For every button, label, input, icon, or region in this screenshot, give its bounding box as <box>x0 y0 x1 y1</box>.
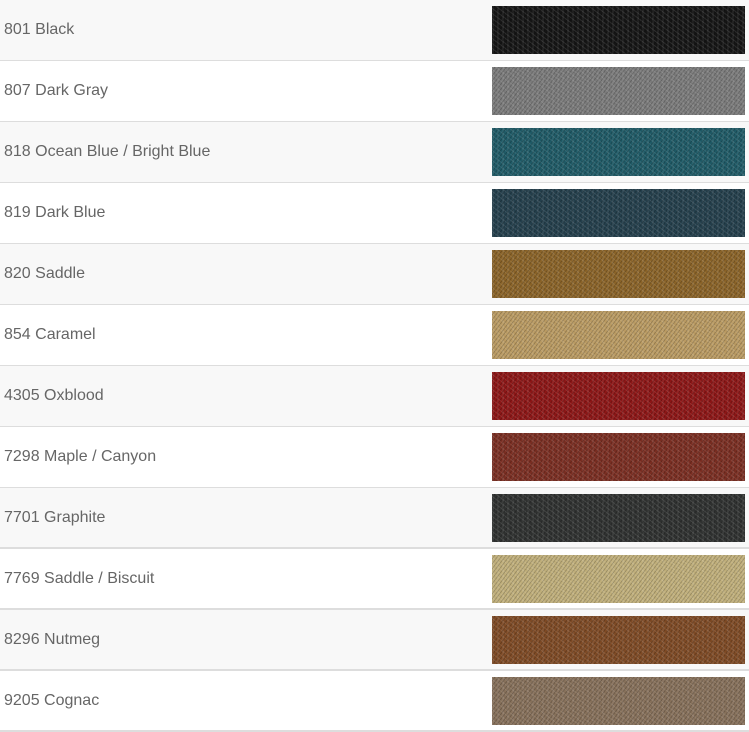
color-swatch-image <box>492 494 745 542</box>
color-swatch-image <box>492 616 745 664</box>
color-swatch-image <box>492 311 745 359</box>
color-row: 8296 Nutmeg <box>0 610 749 671</box>
color-label: 854 Caramel <box>4 326 96 343</box>
color-row: 819 Dark Blue <box>0 183 749 244</box>
color-swatch-image <box>492 372 745 420</box>
color-label: 8296 Nutmeg <box>4 631 101 648</box>
color-row: 820 Saddle <box>0 244 749 305</box>
color-label: 801 Black <box>4 21 75 38</box>
color-label: 820 Saddle <box>4 265 85 282</box>
color-row: 801 Black <box>0 0 749 61</box>
color-swatch-image <box>492 555 745 603</box>
color-swatch-image <box>492 250 745 298</box>
color-label: 7769 Saddle / Biscuit <box>4 570 155 587</box>
color-row: 4305 Oxblood <box>0 366 749 427</box>
color-label: 4305 Oxblood <box>4 387 104 404</box>
color-swatch-image <box>492 128 745 176</box>
color-swatch-image <box>492 6 745 54</box>
color-row: 818 Ocean Blue / Bright Blue <box>0 122 749 183</box>
color-swatch-image <box>492 433 745 481</box>
color-row: 9205 Cognac <box>0 671 749 732</box>
color-swatch-image <box>492 189 745 237</box>
color-swatch-image <box>492 677 745 725</box>
color-label: 7701 Graphite <box>4 509 106 526</box>
color-swatch-list: 801 Black 807 Dark Gray 818 Ocean Blue / B… <box>0 0 749 732</box>
color-row: 854 Caramel <box>0 305 749 366</box>
color-label: 819 Dark Blue <box>4 204 106 221</box>
color-label: 818 Ocean Blue / Bright Blue <box>4 143 211 160</box>
color-label: 9205 Cognac <box>4 692 100 709</box>
color-row: 7298 Maple / Canyon <box>0 427 749 488</box>
color-swatch-image <box>492 67 745 115</box>
color-row: 7769 Saddle / Biscuit <box>0 549 749 610</box>
color-row: 807 Dark Gray <box>0 61 749 122</box>
color-label: 807 Dark Gray <box>4 82 109 99</box>
color-label: 7298 Maple / Canyon <box>4 448 157 465</box>
color-row: 7701 Graphite <box>0 488 749 549</box>
